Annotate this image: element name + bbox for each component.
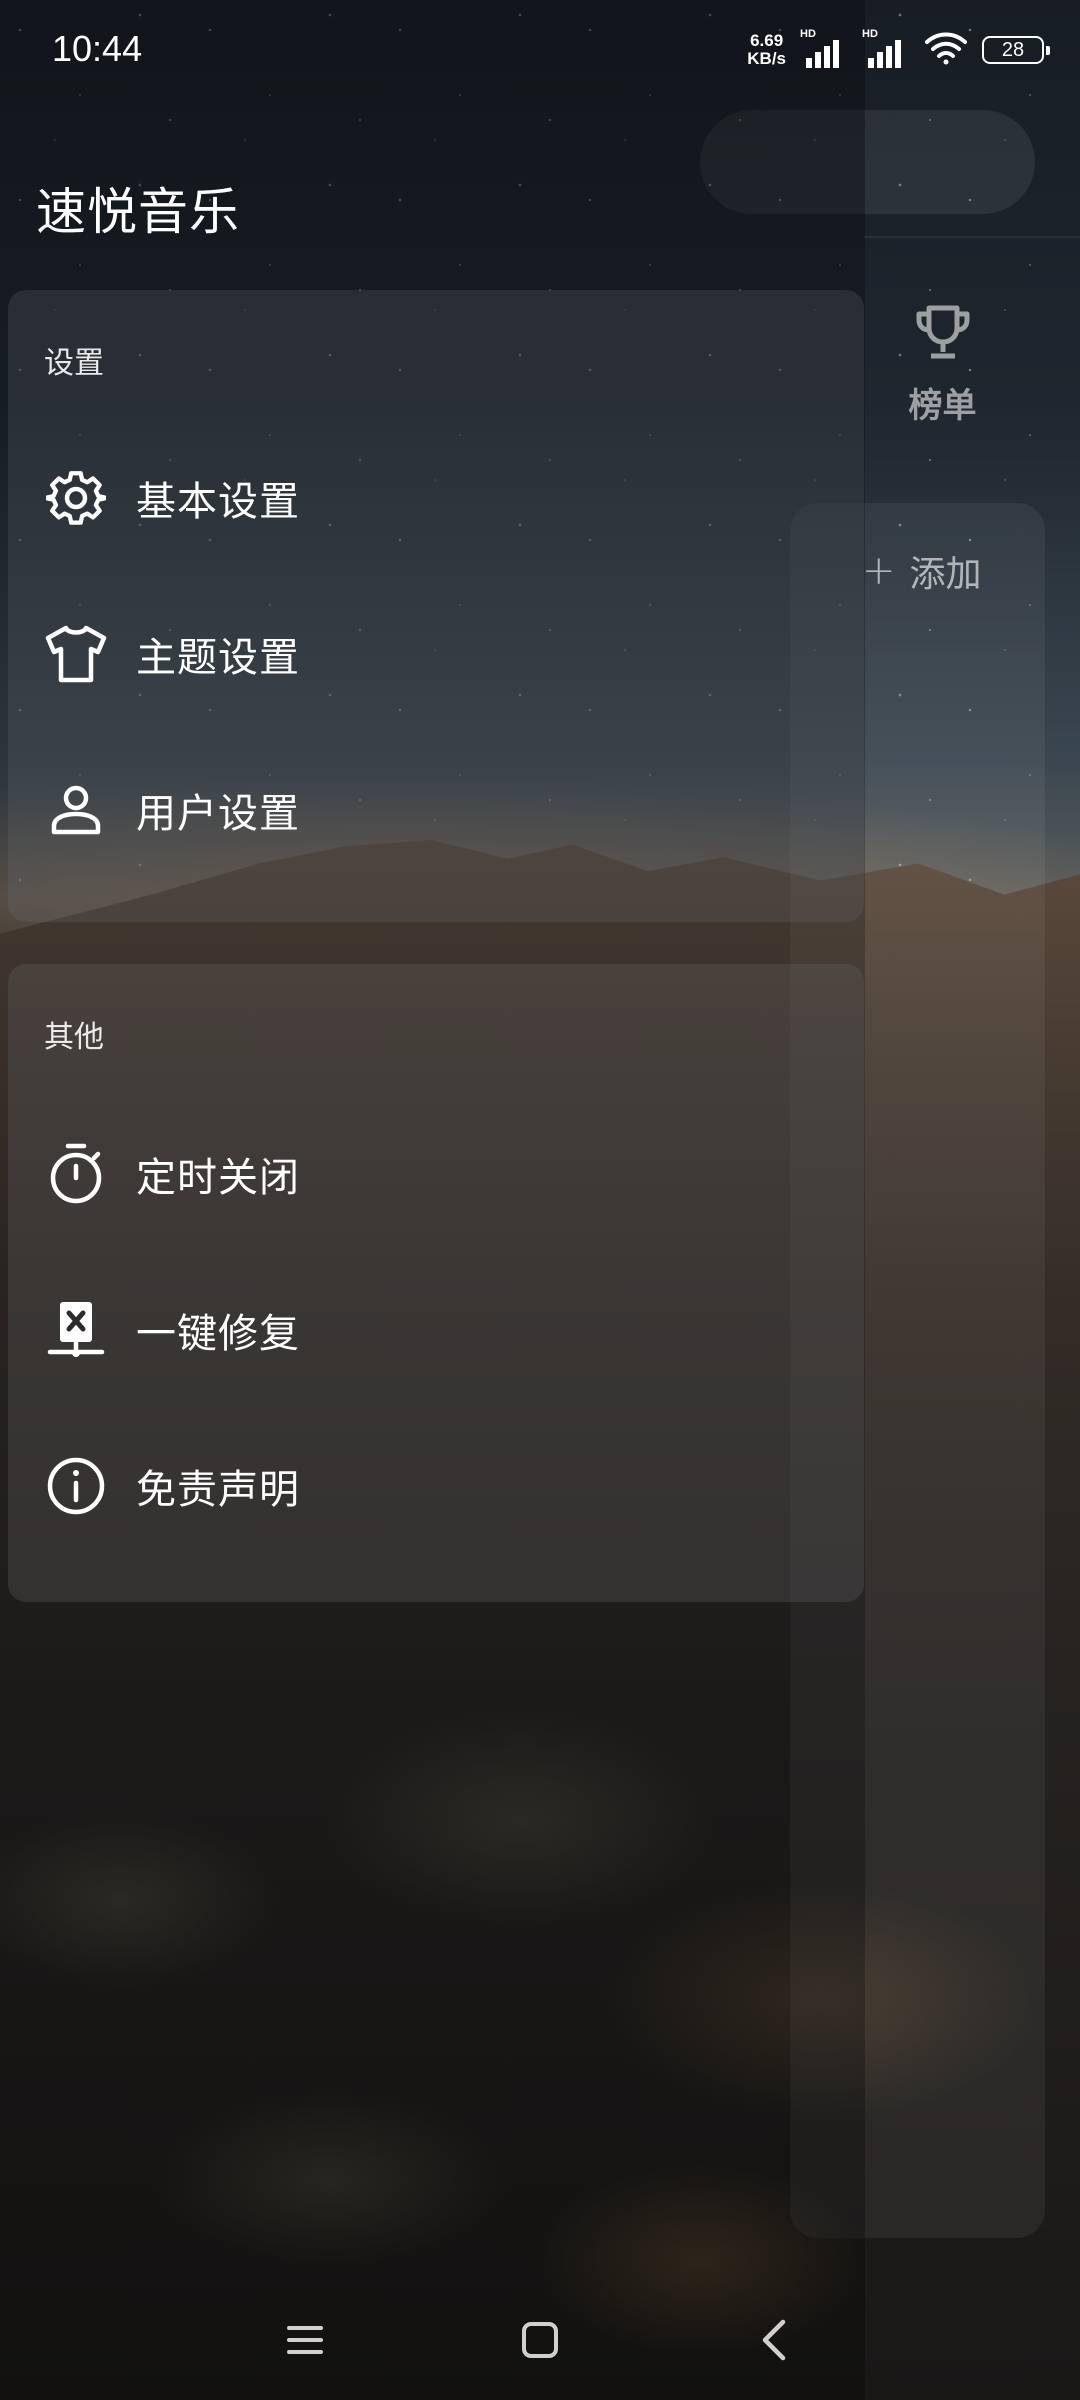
- menu-item-label: 用户设置: [136, 791, 300, 837]
- menu-item-basic-settings[interactable]: 基本设置: [44, 458, 804, 538]
- menu-item-label: 一键修复: [136, 1311, 300, 1357]
- battery-level: 28: [1001, 38, 1025, 61]
- status-icons: 6.69 KB/s HD HD 28: [747, 28, 1050, 70]
- tshirt-icon: [44, 622, 108, 686]
- trophy-icon: [911, 300, 975, 368]
- gear-icon: [44, 466, 108, 530]
- rank-button[interactable]: 榜单: [880, 300, 1005, 440]
- repair-icon: [44, 1298, 108, 1362]
- cellular-signal-1-icon: HD: [800, 28, 848, 68]
- home-icon[interactable]: [510, 2310, 570, 2370]
- hd-label: HD: [862, 28, 878, 40]
- menu-item-label: 免责声明: [136, 1467, 300, 1513]
- section-title-settings: 设置: [44, 346, 104, 381]
- user-icon: [44, 778, 108, 842]
- status-bar: 10:44 6.69 KB/s HD HD 28: [0, 0, 1080, 100]
- info-icon: [44, 1454, 108, 1518]
- network-speed-value: 6.69: [750, 31, 784, 50]
- add-label: 添加: [909, 554, 982, 595]
- system-nav-bar: [0, 2280, 1080, 2400]
- menu-item-one-click-repair[interactable]: 一键修复: [44, 1290, 804, 1370]
- rank-label: 榜单: [908, 386, 977, 426]
- navigation-drawer: 速悦音乐 设置 基本设置 主题设置 用户设置 其他 定时关闭 一键修复 免责声明: [0, 0, 865, 2400]
- back-icon[interactable]: [745, 2310, 805, 2370]
- others-section: 其他 定时关闭 一键修复 免责声明: [8, 964, 864, 1602]
- header-divider: [864, 236, 1080, 238]
- app-title: 速悦音乐: [36, 183, 240, 241]
- menu-item-disclaimer[interactable]: 免责声明: [44, 1446, 804, 1526]
- section-title-others: 其他: [44, 1020, 104, 1055]
- menu-item-sleep-timer[interactable]: 定时关闭: [44, 1134, 804, 1214]
- menu-item-label: 定时关闭: [136, 1155, 300, 1201]
- menu-item-user-settings[interactable]: 用户设置: [44, 770, 804, 850]
- settings-section: 设置 基本设置 主题设置 用户设置: [8, 290, 864, 922]
- wifi-icon: [924, 30, 968, 70]
- cellular-signal-2-icon: HD: [862, 28, 910, 68]
- plus-icon: +: [862, 548, 896, 594]
- status-time: 10:44: [52, 28, 143, 69]
- network-speed-unit: KB/s: [747, 49, 786, 68]
- menu-item-label: 主题设置: [136, 635, 300, 681]
- menu-icon[interactable]: [275, 2310, 335, 2370]
- add-playlist-button[interactable]: + 添加: [862, 545, 982, 597]
- menu-item-label: 基本设置: [136, 479, 300, 525]
- battery-icon: 28: [982, 36, 1050, 64]
- menu-item-theme-settings[interactable]: 主题设置: [44, 614, 804, 694]
- network-speed: 6.69 KB/s: [747, 32, 786, 68]
- hd-label: HD: [800, 28, 816, 40]
- timer-icon: [44, 1142, 108, 1206]
